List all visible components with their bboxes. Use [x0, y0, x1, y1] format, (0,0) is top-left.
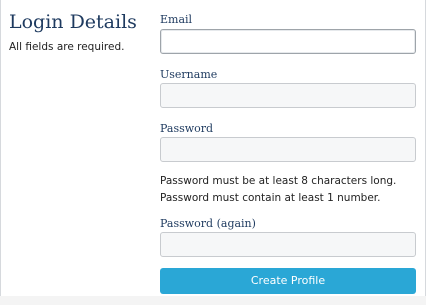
- password-hint-number: Password must contain at least 1 number.: [160, 192, 381, 204]
- email-label: Email: [160, 13, 193, 26]
- username-field[interactable]: [160, 83, 416, 108]
- required-note: All fields are required.: [9, 41, 125, 53]
- page: Login Details All fields are required. E…: [0, 0, 437, 305]
- password-hint-length: Password must be at least 8 characters l…: [160, 175, 397, 187]
- password-again-field[interactable]: [160, 232, 416, 257]
- create-profile-button[interactable]: Create Profile: [160, 268, 416, 294]
- password-field[interactable]: [160, 137, 416, 162]
- section-title: Login Details: [9, 11, 137, 33]
- username-label: Username: [160, 68, 218, 81]
- password-again-label: Password (again): [160, 217, 256, 230]
- email-field[interactable]: [160, 29, 416, 54]
- password-label: Password: [160, 122, 214, 135]
- panel-footer-shade: [0, 296, 426, 305]
